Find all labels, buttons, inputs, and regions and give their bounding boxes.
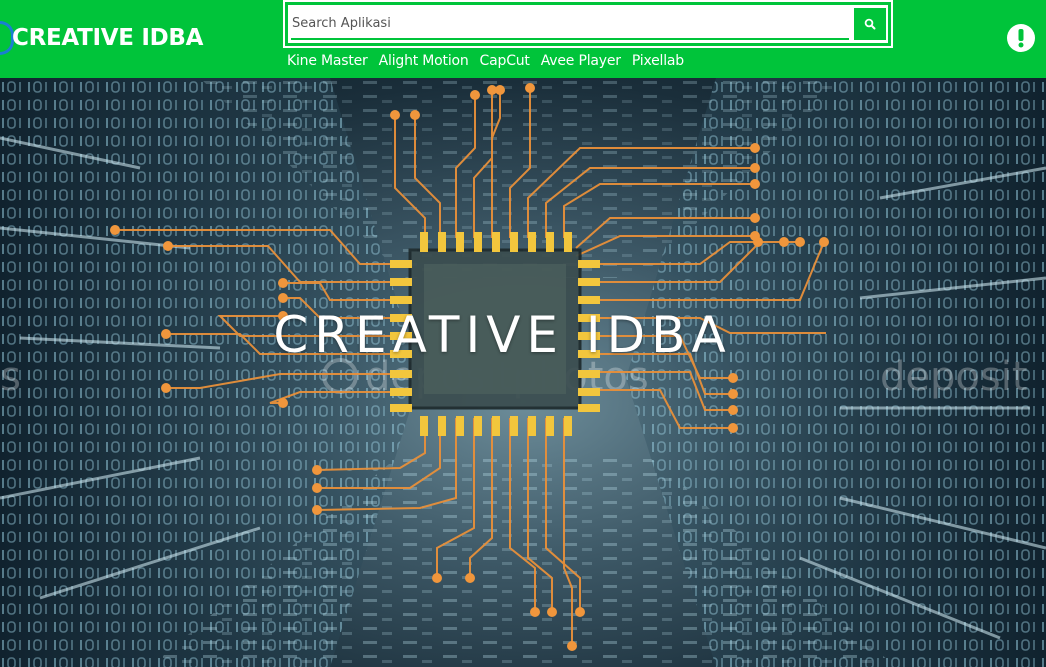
app-nav-links: Kine Master Alight Motion CapCut Avee Pl…	[287, 53, 695, 69]
search-form	[283, 0, 893, 48]
circuit-chip-illustration: depositphotos deposit tos	[0, 78, 1046, 667]
site-logo[interactable]: CREATIVE IDBA	[0, 14, 203, 62]
nav-link-pixellab[interactable]: Pixellab	[632, 53, 684, 69]
nav-link-kine-master[interactable]: Kine Master	[287, 53, 368, 69]
nav-link-avee-player[interactable]: Avee Player	[541, 53, 621, 69]
exclamation-circle-icon	[1018, 29, 1024, 48]
search-input[interactable]	[291, 9, 849, 40]
search-icon	[864, 18, 876, 30]
nav-link-alight-motion[interactable]: Alight Motion	[379, 53, 469, 69]
nav-link-capcut[interactable]: CapCut	[480, 53, 530, 69]
hero-title: CREATIVE IDBA	[273, 306, 732, 364]
site-logo-text: CREATIVE IDBA	[12, 25, 204, 51]
hero-banner: depositphotos deposit tos	[0, 78, 1046, 667]
top-navbar: CREATIVE IDBA Kine Master Alight Motion …	[0, 0, 1046, 78]
alert-button[interactable]	[1007, 24, 1035, 52]
search-button[interactable]	[854, 8, 886, 40]
